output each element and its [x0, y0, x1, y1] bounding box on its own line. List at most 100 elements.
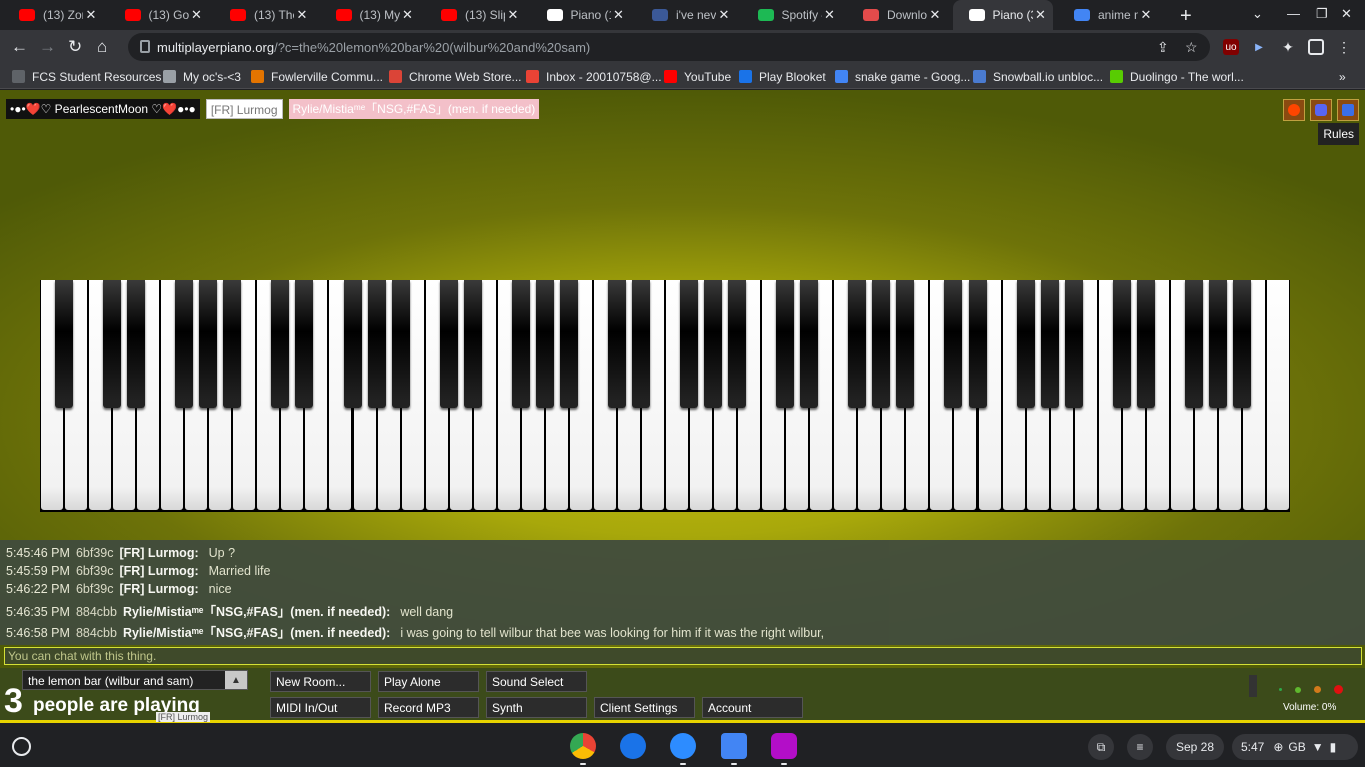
piano-black-key[interactable] [559, 280, 578, 408]
media-controls-icon[interactable]: ≡ [1127, 734, 1153, 760]
piano-black-key[interactable] [1112, 280, 1131, 408]
piano-black-key[interactable] [1208, 280, 1227, 408]
zoom-app-icon[interactable] [670, 733, 696, 759]
chrome-app-icon[interactable] [570, 733, 596, 759]
bookmark-item[interactable]: FCS Student Resources [12, 68, 161, 85]
close-tab-icon[interactable]: ✕ [400, 7, 416, 23]
piano-keyboard[interactable] [40, 280, 1290, 512]
bookmark-item[interactable]: Duolingo - The worl... [1110, 68, 1244, 85]
piano-black-key[interactable] [680, 280, 699, 408]
maximize-button[interactable]: ❐ [1316, 6, 1328, 22]
piano-black-key[interactable] [1040, 280, 1059, 408]
close-tab-icon[interactable]: ✕ [927, 7, 943, 23]
bookmark-item[interactable]: Chrome Web Store... [389, 68, 522, 85]
new-tab-button[interactable]: + [1180, 5, 1192, 28]
piano-black-key[interactable] [944, 280, 963, 408]
url-text[interactable]: multiplayerpiano.org/?c=the%20lemon%20ba… [157, 40, 590, 55]
ublock-icon[interactable]: uo [1223, 39, 1239, 55]
piano-black-key[interactable] [271, 280, 290, 408]
piano-black-key[interactable] [439, 280, 458, 408]
piano-black-key[interactable] [367, 280, 386, 408]
piano-black-key[interactable] [704, 280, 723, 408]
room-select[interactable]: the lemon bar (wilbur and sam) ▲ [22, 670, 248, 690]
close-tab-icon[interactable]: ✕ [189, 7, 205, 23]
piano-black-key[interactable] [872, 280, 891, 408]
home-icon[interactable]: ⌂ [97, 37, 107, 57]
midi-button[interactable]: MIDI In/Out [270, 697, 371, 718]
bookmark-item[interactable]: My oc's-<3 [163, 68, 241, 85]
date-display[interactable]: Sep 28 [1166, 734, 1224, 760]
browser-tab[interactable]: Spotify –✕ [742, 3, 842, 27]
close-tab-icon[interactable]: ✕ [83, 7, 99, 23]
piano-black-key[interactable] [1232, 280, 1251, 408]
piano-black-key[interactable] [776, 280, 795, 408]
back-icon[interactable]: ← [11, 37, 28, 57]
close-tab-icon[interactable]: ✕ [822, 7, 838, 23]
close-tab-icon[interactable]: ✕ [505, 7, 521, 23]
browser-tab[interactable]: (13) Zomi✕ [3, 3, 103, 27]
lock-icon[interactable] [140, 40, 150, 53]
close-tab-icon[interactable]: ✕ [1138, 7, 1154, 23]
participant-tag[interactable]: •●•❤️♡ PearlescentMoon ♡❤️●•● [6, 99, 200, 119]
participant-tag[interactable]: [FR] Lurmog [205, 99, 283, 119]
extensions-puzzle-icon[interactable]: ✦ [1280, 39, 1296, 55]
close-tab-icon[interactable]: ✕ [1033, 7, 1049, 23]
piano-black-key[interactable] [463, 280, 482, 408]
share-icon[interactable]: ⇪ [1157, 39, 1169, 56]
close-tab-icon[interactable]: ✕ [611, 7, 627, 23]
bookmark-item[interactable]: Fowlerville Commu... [251, 68, 383, 85]
status-area[interactable]: 5:47 ⊕ GB ▼ ▮ [1232, 734, 1358, 760]
piano-black-key[interactable] [295, 280, 314, 408]
piano-black-key[interactable] [1016, 280, 1035, 408]
browser-tab[interactable]: (13) The D✕ [214, 3, 314, 27]
browser-tab[interactable]: i've never✕ [636, 3, 736, 27]
holding-space-icon[interactable]: ⧉ [1088, 734, 1114, 760]
browser-tab[interactable]: Piano (3)✕ [952, 0, 1053, 30]
bookmark-item[interactable]: Snowball.io unbloc... [973, 68, 1103, 85]
reload-icon[interactable]: ↻ [68, 37, 82, 57]
close-tab-icon[interactable]: ✕ [294, 7, 310, 23]
canvas-app-icon[interactable] [771, 733, 797, 759]
client-settings-button[interactable]: Client Settings [594, 697, 695, 718]
new-room-button[interactable]: New Room... [270, 671, 371, 692]
piano-black-key[interactable] [223, 280, 242, 408]
piano-black-key[interactable] [848, 280, 867, 408]
piano-black-key[interactable] [199, 280, 218, 408]
reddit-icon[interactable] [1283, 99, 1305, 121]
piano-black-key[interactable] [391, 280, 410, 408]
piano-black-key[interactable] [343, 280, 362, 408]
launcher-icon[interactable] [12, 737, 31, 756]
browser-tab[interactable]: (13) Going✕ [109, 3, 209, 27]
piano-black-key[interactable] [728, 280, 747, 408]
bookmark-star-icon[interactable]: ☆ [1185, 39, 1198, 56]
files-app-icon[interactable] [721, 733, 747, 759]
close-tab-icon[interactable]: ✕ [716, 7, 732, 23]
side-panel-icon[interactable] [1308, 39, 1324, 55]
camera-app-icon[interactable] [620, 733, 646, 759]
piano-black-key[interactable] [511, 280, 530, 408]
bookmarks-overflow-icon[interactable]: » [1339, 68, 1346, 85]
piano-black-key[interactable] [800, 280, 819, 408]
piano-black-key[interactable] [535, 280, 554, 408]
tab-search-icon[interactable]: ⌄ [1252, 6, 1263, 22]
chat-input[interactable]: You can chat with this thing. [4, 647, 1362, 665]
minimize-button[interactable]: — [1287, 6, 1300, 21]
play-alone-button[interactable]: Play Alone [378, 671, 479, 692]
piano-black-key[interactable] [127, 280, 146, 408]
synth-button[interactable]: Synth [486, 697, 587, 718]
piano-black-key[interactable] [103, 280, 122, 408]
bookmark-item[interactable]: Play Blooket [739, 68, 826, 85]
chevron-up-icon[interactable]: ▲ [225, 671, 247, 689]
piano-black-key[interactable] [1064, 280, 1083, 408]
address-bar[interactable]: multiplayerpiano.org/?c=the%20lemon%20ba… [128, 33, 1210, 61]
record-mp3-button[interactable]: Record MP3 [378, 697, 479, 718]
extension-play-icon[interactable]: ▶ [1251, 39, 1267, 55]
bookmark-item[interactable]: Inbox - 20010758@... [526, 68, 662, 85]
piano-black-key[interactable] [55, 280, 74, 408]
browser-tab[interactable]: (13) My C✕ [320, 3, 420, 27]
menu-kebab-icon[interactable]: ⋮ [1336, 39, 1352, 55]
account-button[interactable]: Account [702, 697, 803, 718]
piano-black-key[interactable] [631, 280, 650, 408]
browser-tab[interactable]: Piano (17✕ [531, 3, 631, 27]
browser-tab[interactable]: anime mo✕ [1058, 3, 1158, 27]
